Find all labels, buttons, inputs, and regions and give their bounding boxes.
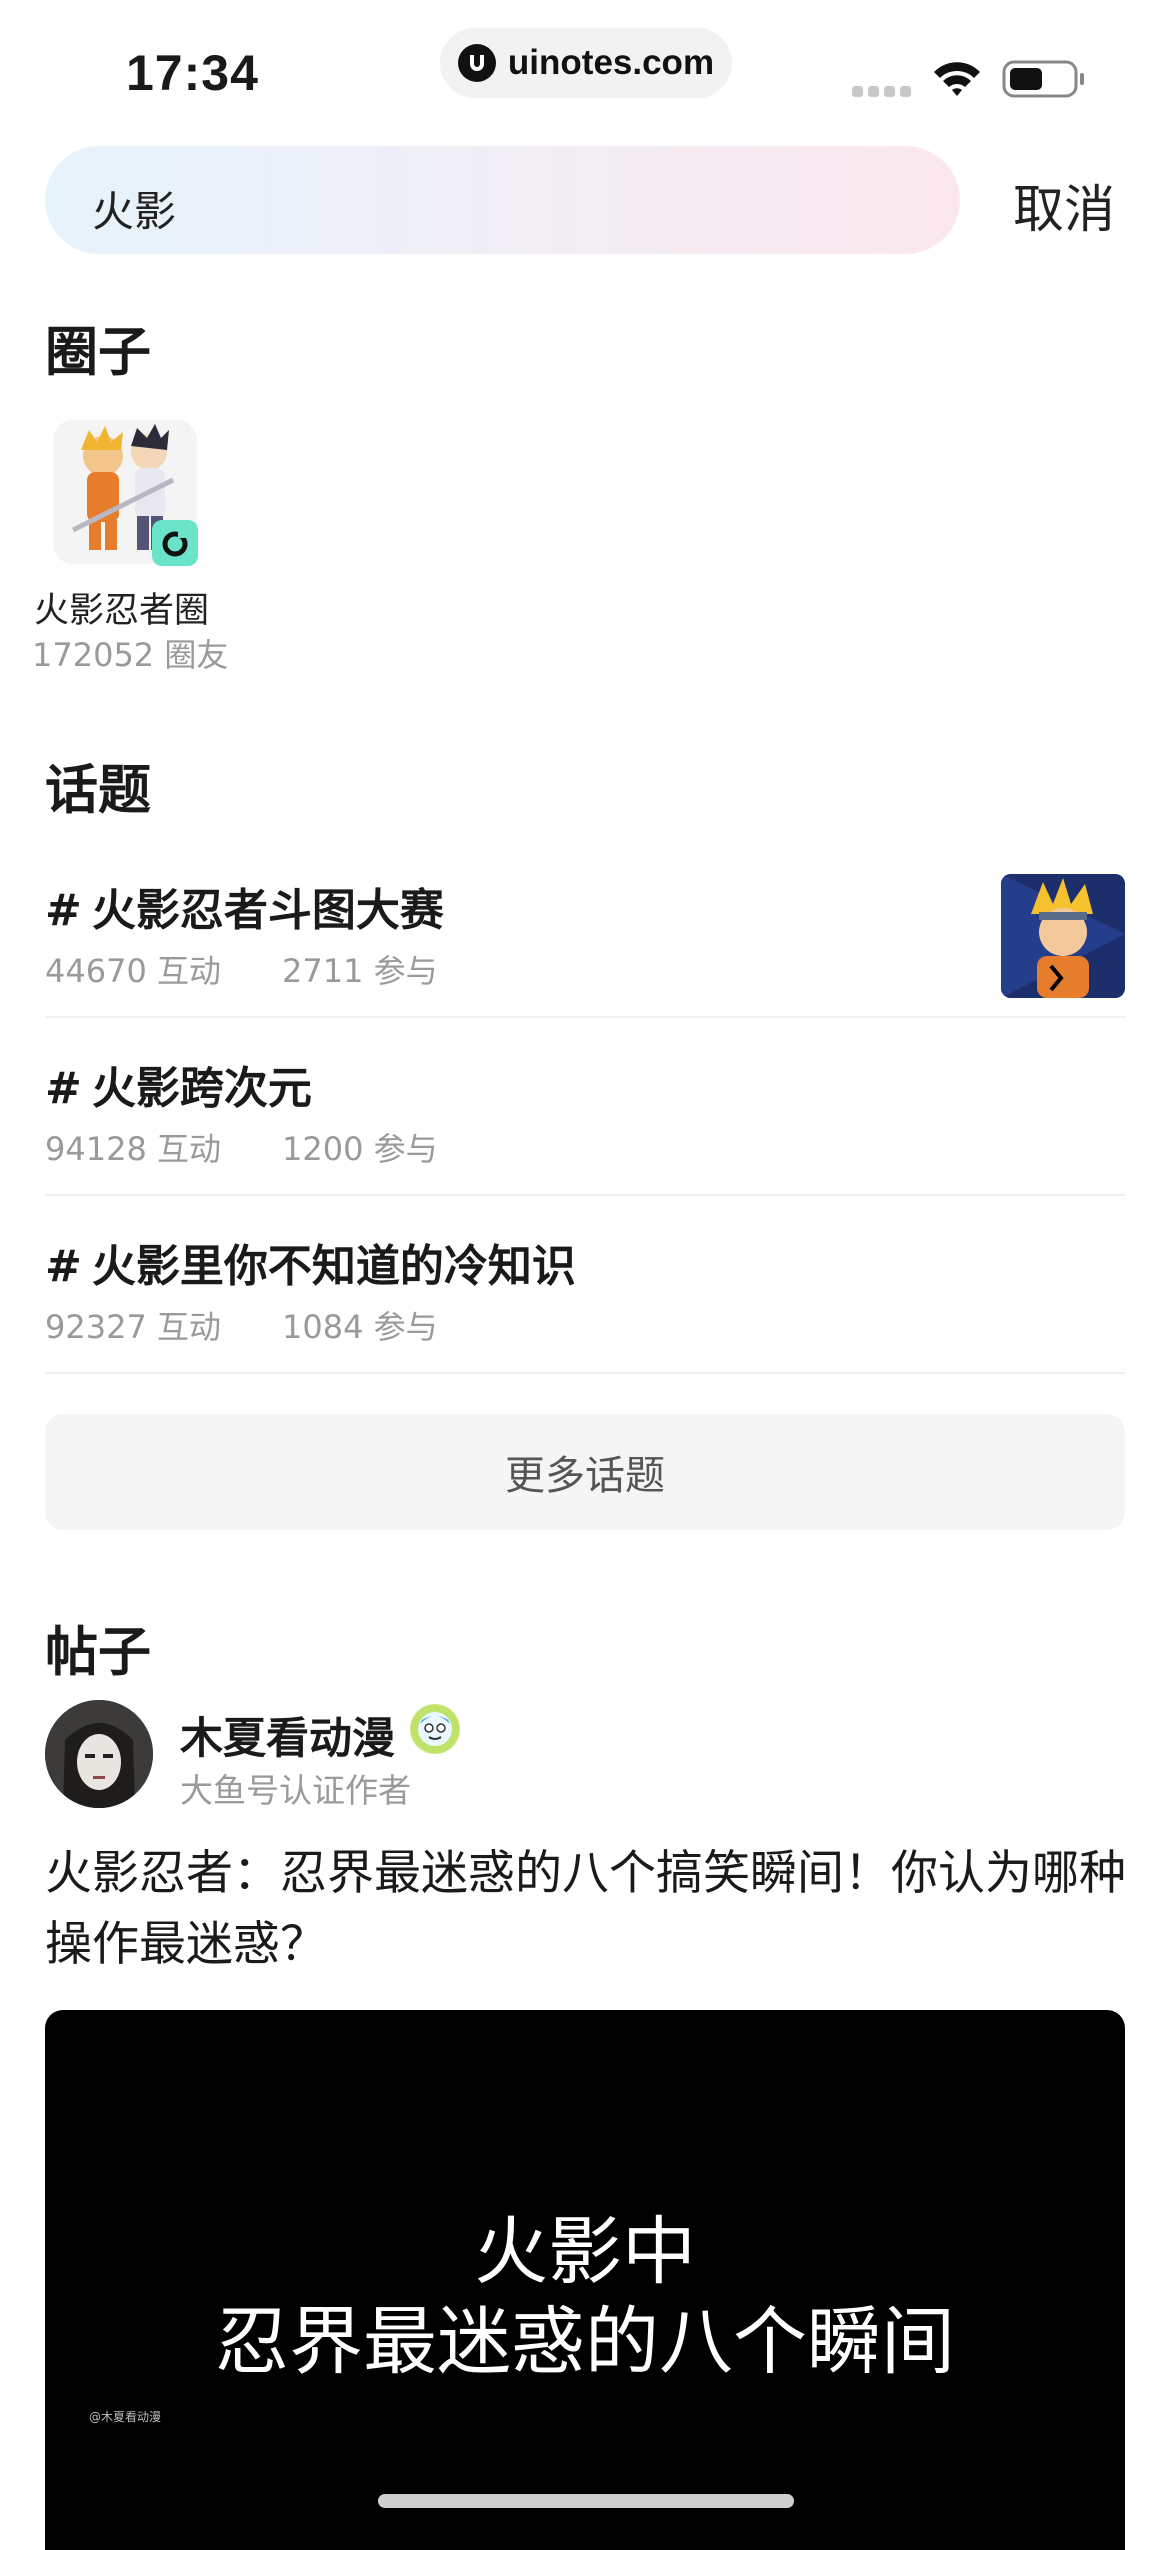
topic-participants: 1200 参与 (282, 1130, 438, 1168)
battery-icon (1002, 60, 1084, 98)
url-pill[interactable]: uinotes.com (440, 28, 732, 98)
topic-title: # 火影跨次元 (45, 1052, 312, 1116)
video-caption-line2: 忍界最迷惑的八个瞬间 (215, 2299, 955, 2385)
circle-badge-icon (152, 520, 198, 566)
topic-title-text: 火影跨次元 (91, 1063, 312, 1114)
topic-interactions: 92327 互动 (45, 1308, 221, 1346)
divider (45, 1372, 1125, 1374)
author-verified-badge-icon (410, 1704, 460, 1754)
author-avatar[interactable] (45, 1700, 153, 1808)
topic-participants: 2711 参与 (282, 952, 438, 990)
section-title-topics: 话题 (45, 760, 151, 821)
search-input[interactable] (45, 146, 960, 254)
video-watermark: @木夏看动漫 (89, 2410, 162, 2424)
wifi-icon (934, 62, 980, 96)
topic-interactions: 44670 互动 (45, 952, 221, 990)
section-title-posts: 帖子 (45, 1622, 151, 1683)
author-name[interactable]: 木夏看动漫 (180, 1704, 395, 1766)
topic-row[interactable]: # 火影忍者斗图大赛 44670 互动 2711 参与 (45, 840, 1125, 1018)
cancel-button[interactable]: 取消 (1013, 168, 1115, 242)
topic-meta: 92327 互动 1084 参与 (45, 1302, 438, 1348)
hash-icon: # (45, 885, 82, 936)
hash-icon: # (45, 1241, 82, 1292)
search-query[interactable]: 火影 (92, 178, 176, 239)
topic-title-text: 火影里你不知道的冷知识 (91, 1241, 576, 1292)
topic-meta: 44670 互动 2711 参与 (45, 946, 438, 992)
author-avatar-image (45, 1700, 153, 1808)
site-logo-icon (457, 44, 496, 82)
topic-row[interactable]: # 火影跨次元 94128 互动 1200 参与 (45, 1018, 1125, 1196)
section-title-circles: 圈子 (45, 322, 151, 383)
hash-icon: # (45, 1063, 82, 1114)
url-text: uinotes.com (507, 43, 715, 82)
topic-participants: 1084 参与 (282, 1308, 438, 1346)
topic-thumbnail (1001, 874, 1125, 998)
topic-interactions: 94128 互动 (45, 1130, 221, 1168)
topic-row[interactable]: # 火影里你不知道的冷知识 92327 互动 1084 参与 (45, 1196, 1125, 1374)
post-video[interactable]: 火影中 忍界最迷惑的八个瞬间 @木夏看动漫 (45, 2010, 1125, 2550)
naruto-thumbnail-image (1001, 874, 1125, 998)
topic-title: # 火影里你不知道的冷知识 (45, 1230, 576, 1294)
status-time: 17:34 (126, 45, 259, 101)
home-indicator[interactable] (378, 2494, 794, 2508)
status-icons (852, 56, 1092, 100)
circle-members: 172052 圈友 (32, 636, 229, 674)
more-topics-button[interactable]: 更多话题 (45, 1414, 1125, 1530)
signal-dots-icon (852, 60, 1084, 98)
topic-meta: 94128 互动 1200 参与 (45, 1124, 438, 1170)
circle-name[interactable]: 火影忍者圈 (34, 582, 209, 633)
topic-title: # 火影忍者斗图大赛 (45, 874, 444, 938)
topic-title-text: 火影忍者斗图大赛 (91, 885, 444, 936)
author-subtitle: 大鱼号认证作者 (180, 1771, 411, 1810)
post-text[interactable]: 火影忍者：忍界最迷惑的八个搞笑瞬间！你认为哪种操作最迷惑？ (45, 1838, 1130, 1980)
